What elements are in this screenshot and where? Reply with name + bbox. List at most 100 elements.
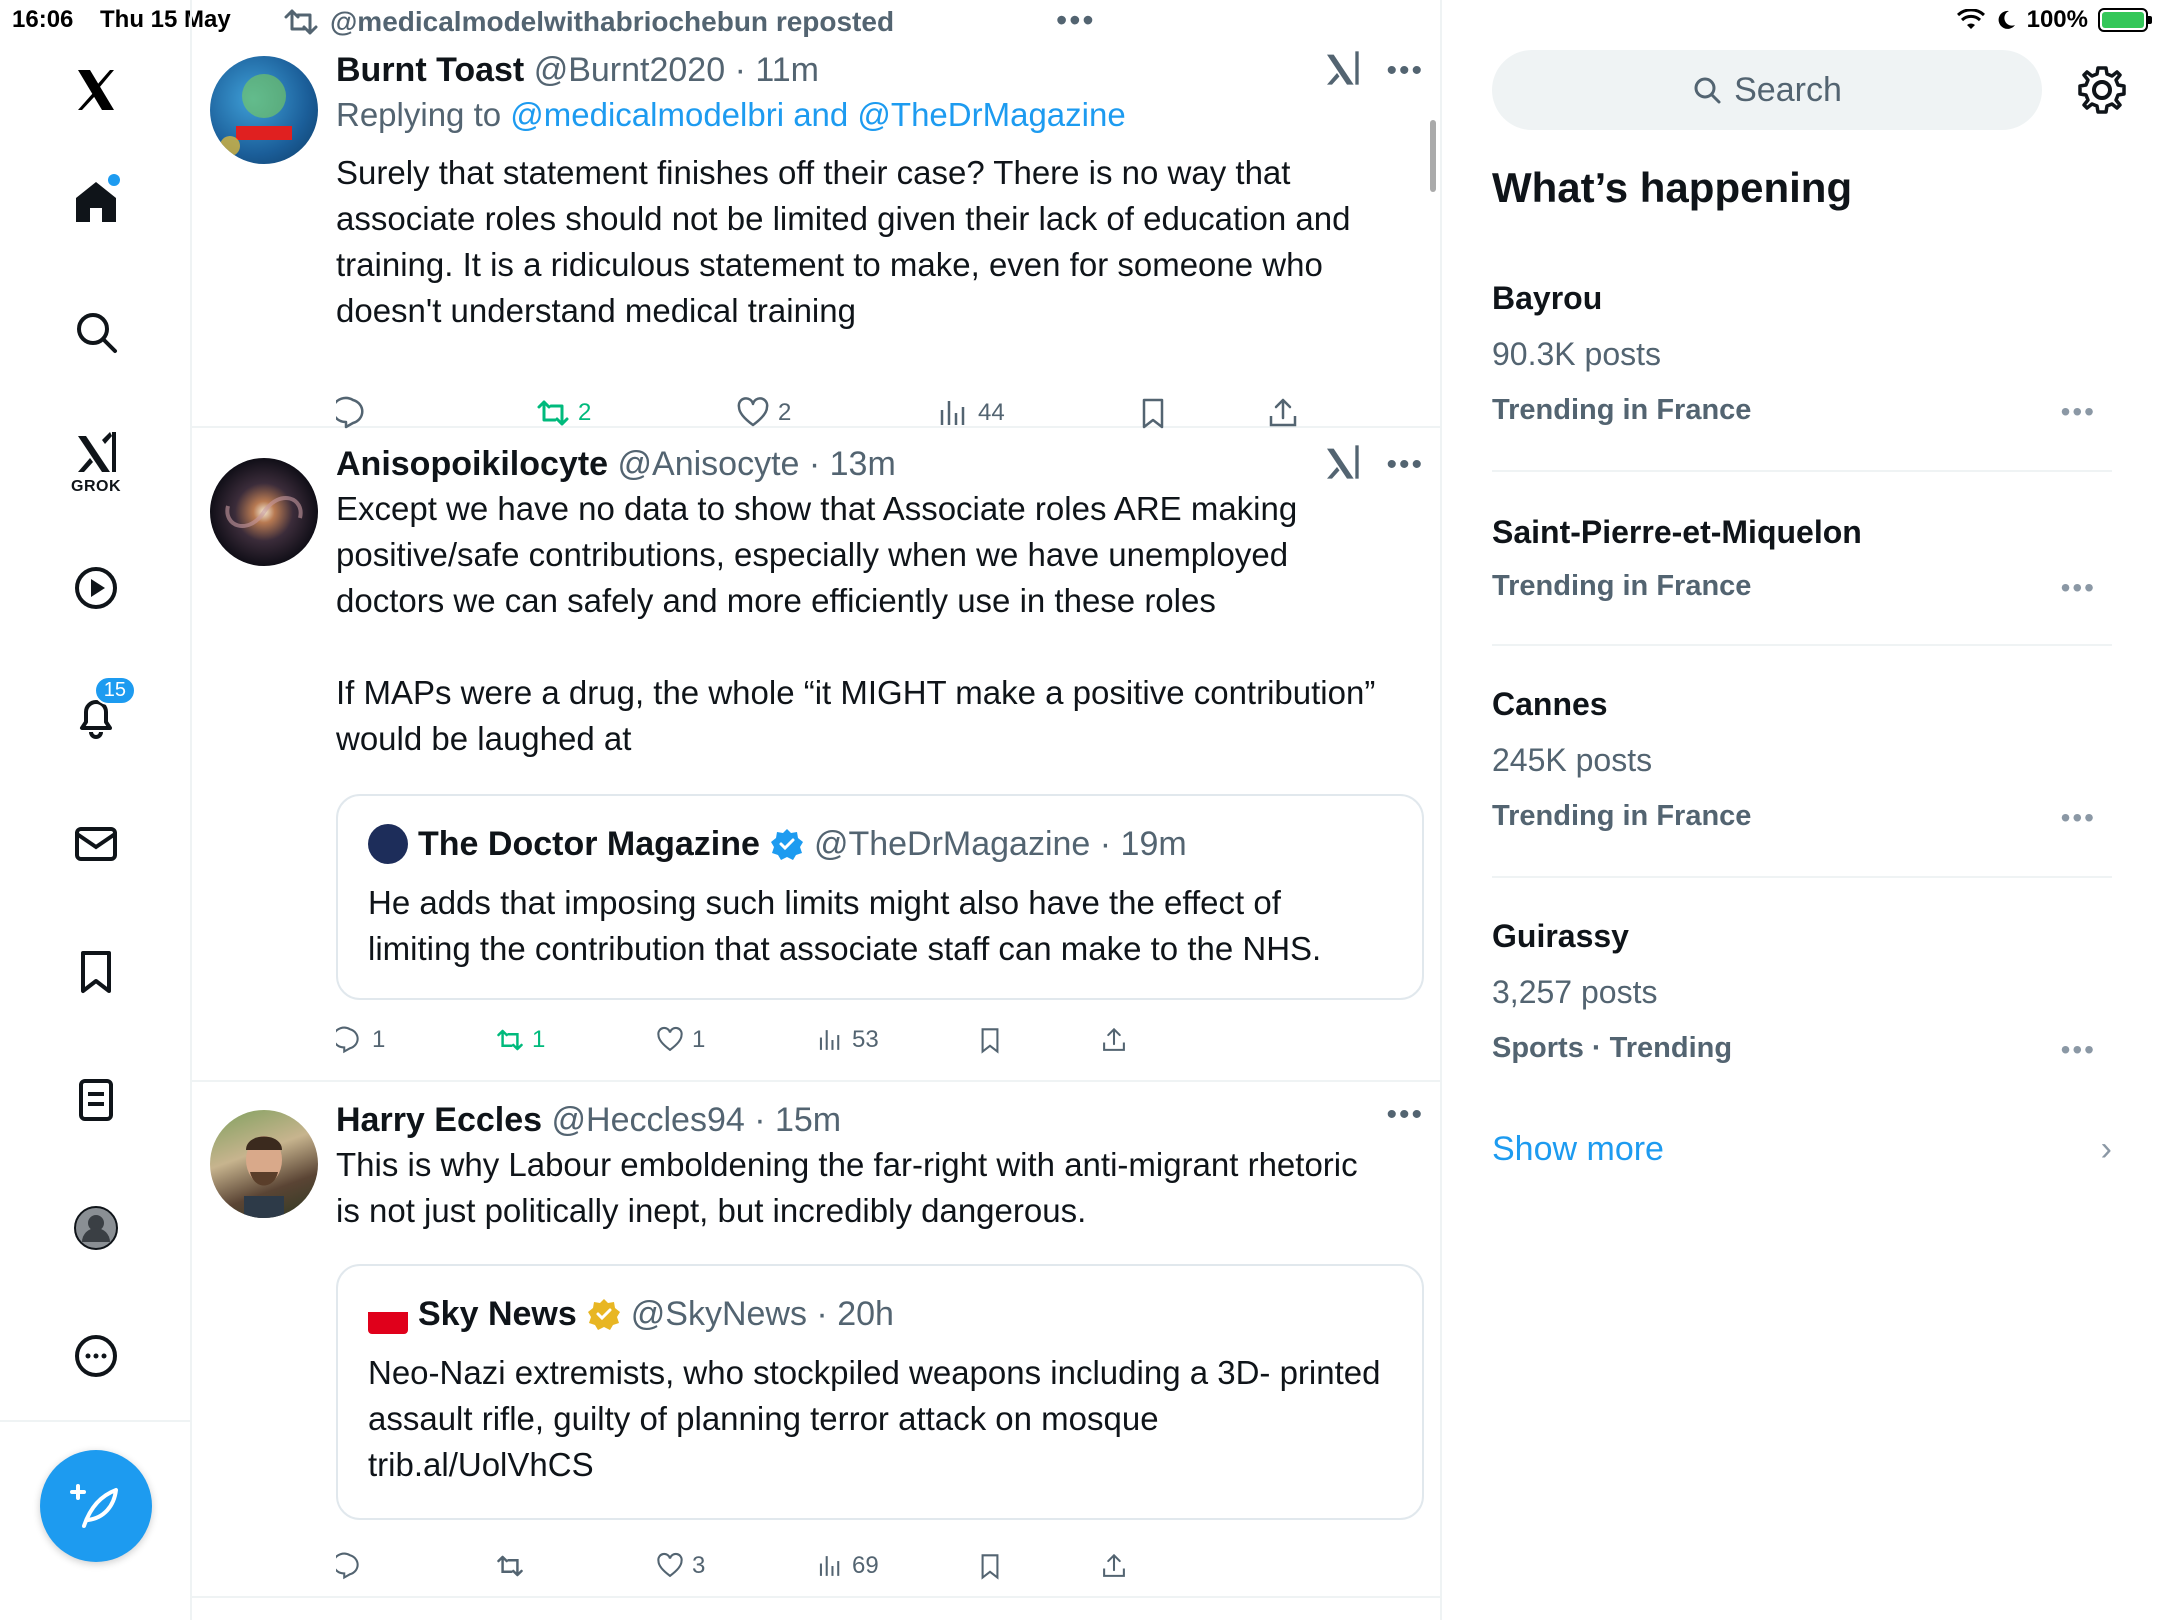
show-more-link[interactable]: Show more › — [1492, 1130, 2112, 1169]
trend-more-icon[interactable]: ••• — [2061, 802, 2096, 834]
repost-label: @medicalmodelwithabriochebun reposted — [330, 6, 895, 37]
tweet-item[interactable]: Anisopoikilocyte @Anisocyte · 13m ••• Ex… — [192, 428, 1442, 1082]
view-count: 53 — [852, 1026, 879, 1053]
bookmark-button[interactable] — [976, 1026, 1004, 1054]
verified-badge-icon — [770, 829, 803, 860]
bookmark-button[interactable] — [976, 1552, 1004, 1580]
bookmark-button[interactable] — [1136, 396, 1170, 430]
more-options-icon[interactable]: ••• — [1386, 448, 1424, 482]
top-more-dots-icon[interactable]: ••• — [1056, 2, 1096, 39]
share-icon — [1103, 1027, 1125, 1051]
trend-more-icon[interactable]: ••• — [2061, 1034, 2096, 1066]
heart-icon — [657, 1552, 683, 1578]
bookmark-icon — [981, 1554, 999, 1580]
like-count: 3 — [692, 1552, 706, 1579]
tweet-header: Anisopoikilocyte @Anisocyte · 13m — [336, 442, 1424, 486]
like-button[interactable]: 3 — [656, 1552, 705, 1580]
reply-button[interactable] — [336, 1552, 364, 1580]
settings-button[interactable] — [2074, 62, 2130, 118]
quoted-tweet[interactable]: Sky News @SkyNews · 20h Neo-Nazi extremi… — [336, 1264, 1424, 1520]
trend-name: Saint-Pierre-et-Miquelon — [1492, 514, 1862, 550]
repost-button[interactable]: 2 — [536, 396, 591, 430]
bookmark-icon — [1142, 398, 1164, 429]
author-handle-time[interactable]: @Heccles94 · 15m — [552, 1101, 842, 1139]
trend-more-icon[interactable]: ••• — [2061, 396, 2096, 428]
reply-button[interactable] — [336, 396, 370, 430]
tweet-corner-actions: ••• — [1386, 1098, 1424, 1132]
quote-avatar — [368, 824, 408, 864]
nav-profile[interactable] — [56, 1188, 136, 1268]
avatar[interactable] — [210, 56, 318, 164]
bookmark-icon — [981, 1028, 999, 1054]
like-button[interactable]: 2 — [736, 396, 791, 430]
trend-item[interactable]: Saint-Pierre-et-Miquelon Trending in Fra… — [1492, 512, 2112, 606]
views-button[interactable]: 53 — [816, 1026, 879, 1054]
author-name[interactable]: Anisopoikilocyte — [336, 445, 608, 483]
grok-icon[interactable] — [1322, 442, 1362, 487]
trend-divider — [1492, 644, 2112, 646]
compose-post-button[interactable] — [40, 1450, 152, 1562]
nav-video[interactable] — [56, 548, 136, 628]
more-options-icon[interactable]: ••• — [1386, 1098, 1424, 1132]
trend-item[interactable]: Cannes 245K posts Trending in France ••• — [1492, 684, 2112, 836]
share-button[interactable] — [1100, 1552, 1128, 1580]
reply-button[interactable]: 1 — [336, 1026, 385, 1054]
nav-grok[interactable]: GROK — [56, 420, 136, 504]
bookmark-icon — [81, 951, 111, 993]
tweet-item[interactable]: Burnt Toast @Burnt2020 · 11m ••• Replyin… — [192, 40, 1442, 430]
quoted-tweet[interactable]: The Doctor Magazine @TheDrMagazine · 19m… — [336, 794, 1424, 1000]
quote-author-name: Sky News — [418, 1295, 577, 1333]
trend-item[interactable]: Guirassy 3,257 posts Sports · Trending •… — [1492, 916, 2112, 1068]
reply-to-link[interactable]: @medicalmodelbri and @TheDrMagazine — [510, 96, 1125, 133]
mail-icon — [75, 827, 117, 861]
views-button[interactable]: 44 — [936, 396, 1005, 430]
tweet-corner-actions: ••• — [1322, 442, 1424, 487]
tweet-text: Except we have no data to show that Asso… — [336, 490, 1376, 757]
tweet-corner-actions: ••• — [1322, 48, 1424, 93]
like-button[interactable]: 1 — [656, 1026, 705, 1054]
trend-more-icon[interactable]: ••• — [2061, 572, 2096, 604]
trend-context: Trending in France — [1492, 800, 1752, 832]
nav-messages[interactable] — [56, 804, 136, 884]
reply-to-line: Replying to @medicalmodelbri and @TheDrM… — [336, 92, 1424, 138]
timeline: @medicalmodelwithabriochebun reposted ••… — [192, 0, 1442, 1620]
x-logo-icon[interactable] — [56, 50, 136, 130]
tweet-header: Burnt Toast @Burnt2020 · 11m — [336, 48, 1424, 92]
reply-count: 1 — [372, 1026, 386, 1053]
author-name[interactable]: Burnt Toast — [336, 51, 524, 89]
avatar[interactable] — [210, 1110, 318, 1218]
trend-item[interactable]: Bayrou 90.3K posts Trending in France ••… — [1492, 278, 2112, 430]
more-circle-icon — [75, 1335, 117, 1377]
search-input[interactable]: Search — [1492, 50, 2042, 130]
share-button[interactable] — [1100, 1026, 1128, 1054]
quote-text: Neo-Nazi extremists, who stockpiled weap… — [368, 1354, 1381, 1483]
share-icon — [1103, 1553, 1125, 1577]
author-handle-time[interactable]: @Burnt2020 · 11m — [534, 51, 819, 89]
nav-explore[interactable] — [56, 292, 136, 372]
repost-button[interactable] — [496, 1552, 524, 1580]
share-button[interactable] — [1266, 396, 1300, 430]
repost-button[interactable]: 1 — [496, 1026, 545, 1054]
share-icon — [1269, 398, 1297, 427]
repost-icon — [497, 1555, 523, 1577]
quote-text: He adds that imposing such limits might … — [368, 884, 1322, 967]
quote-author-name: The Doctor Magazine — [418, 825, 760, 863]
profile-avatar-icon — [74, 1206, 118, 1250]
nav-lists[interactable] — [56, 1060, 136, 1140]
nav-bookmarks[interactable] — [56, 932, 136, 1012]
author-name[interactable]: Harry Eccles — [336, 1101, 542, 1139]
nav-more[interactable] — [56, 1316, 136, 1396]
trend-divider — [1492, 470, 2112, 472]
notifications-badge: 15 — [93, 676, 136, 705]
more-options-icon[interactable]: ••• — [1386, 54, 1424, 88]
author-handle-time[interactable]: @Anisocyte · 13m — [618, 445, 896, 483]
views-button[interactable]: 69 — [816, 1552, 879, 1580]
trend-context: Trending in France — [1492, 570, 1752, 602]
nav-home[interactable] — [56, 162, 136, 242]
avatar[interactable] — [210, 458, 318, 566]
tweet-header: Harry Eccles @Heccles94 · 15m — [336, 1098, 1424, 1142]
tweet-item[interactable]: Harry Eccles @Heccles94 · 15m ••• This i… — [192, 1082, 1442, 1598]
nav-notifications[interactable]: 15 — [56, 676, 136, 756]
gear-icon — [2078, 66, 2126, 114]
grok-icon[interactable] — [1322, 48, 1362, 93]
